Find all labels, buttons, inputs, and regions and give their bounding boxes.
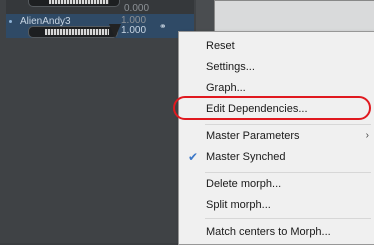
slider-thumb-icon[interactable]	[109, 24, 121, 38]
context-menu: Reset Settings... Graph... Edit Dependen…	[173, 31, 374, 245]
menu-item-delete-morph[interactable]: Delete morph...	[179, 173, 374, 195]
menu-separator	[205, 218, 371, 219]
menu-item-split-morph[interactable]: Split morph...	[179, 194, 374, 216]
parameter-row-above: 0.000	[6, 0, 194, 14]
menu-item-match-centers[interactable]: Match centers to Morph...	[179, 221, 374, 243]
menu-item-edit-dependencies[interactable]: Edit Dependencies...	[173, 96, 374, 120]
dependency-link-icon[interactable]: ⚭	[159, 22, 169, 31]
morph-parameter-panel: 0.000 AlienAndy3 1.000 1.000 ⚭	[0, 0, 196, 243]
menu-item-reset[interactable]: Reset	[179, 35, 374, 57]
checkmark-icon: ✔	[188, 150, 199, 164]
submenu-arrow-icon: ›	[365, 130, 369, 141]
parameter-slider-above[interactable]	[28, 0, 120, 7]
menu-item-master-parameters[interactable]: Master Parameters ›	[179, 125, 374, 147]
parameter-value-above: 0.000	[124, 3, 150, 14]
menu-item-master-synched[interactable]: ✔ Master Synched	[179, 146, 374, 168]
morph-slider[interactable]	[28, 24, 121, 38]
morph-row-alienandy3[interactable]: AlienAndy3 1.000 1.000 ⚭	[6, 14, 194, 38]
menu-item-settings[interactable]: Settings...	[179, 56, 374, 78]
morph-value-bottom: 1.000	[121, 25, 147, 36]
morph-bullet-icon	[9, 20, 12, 23]
